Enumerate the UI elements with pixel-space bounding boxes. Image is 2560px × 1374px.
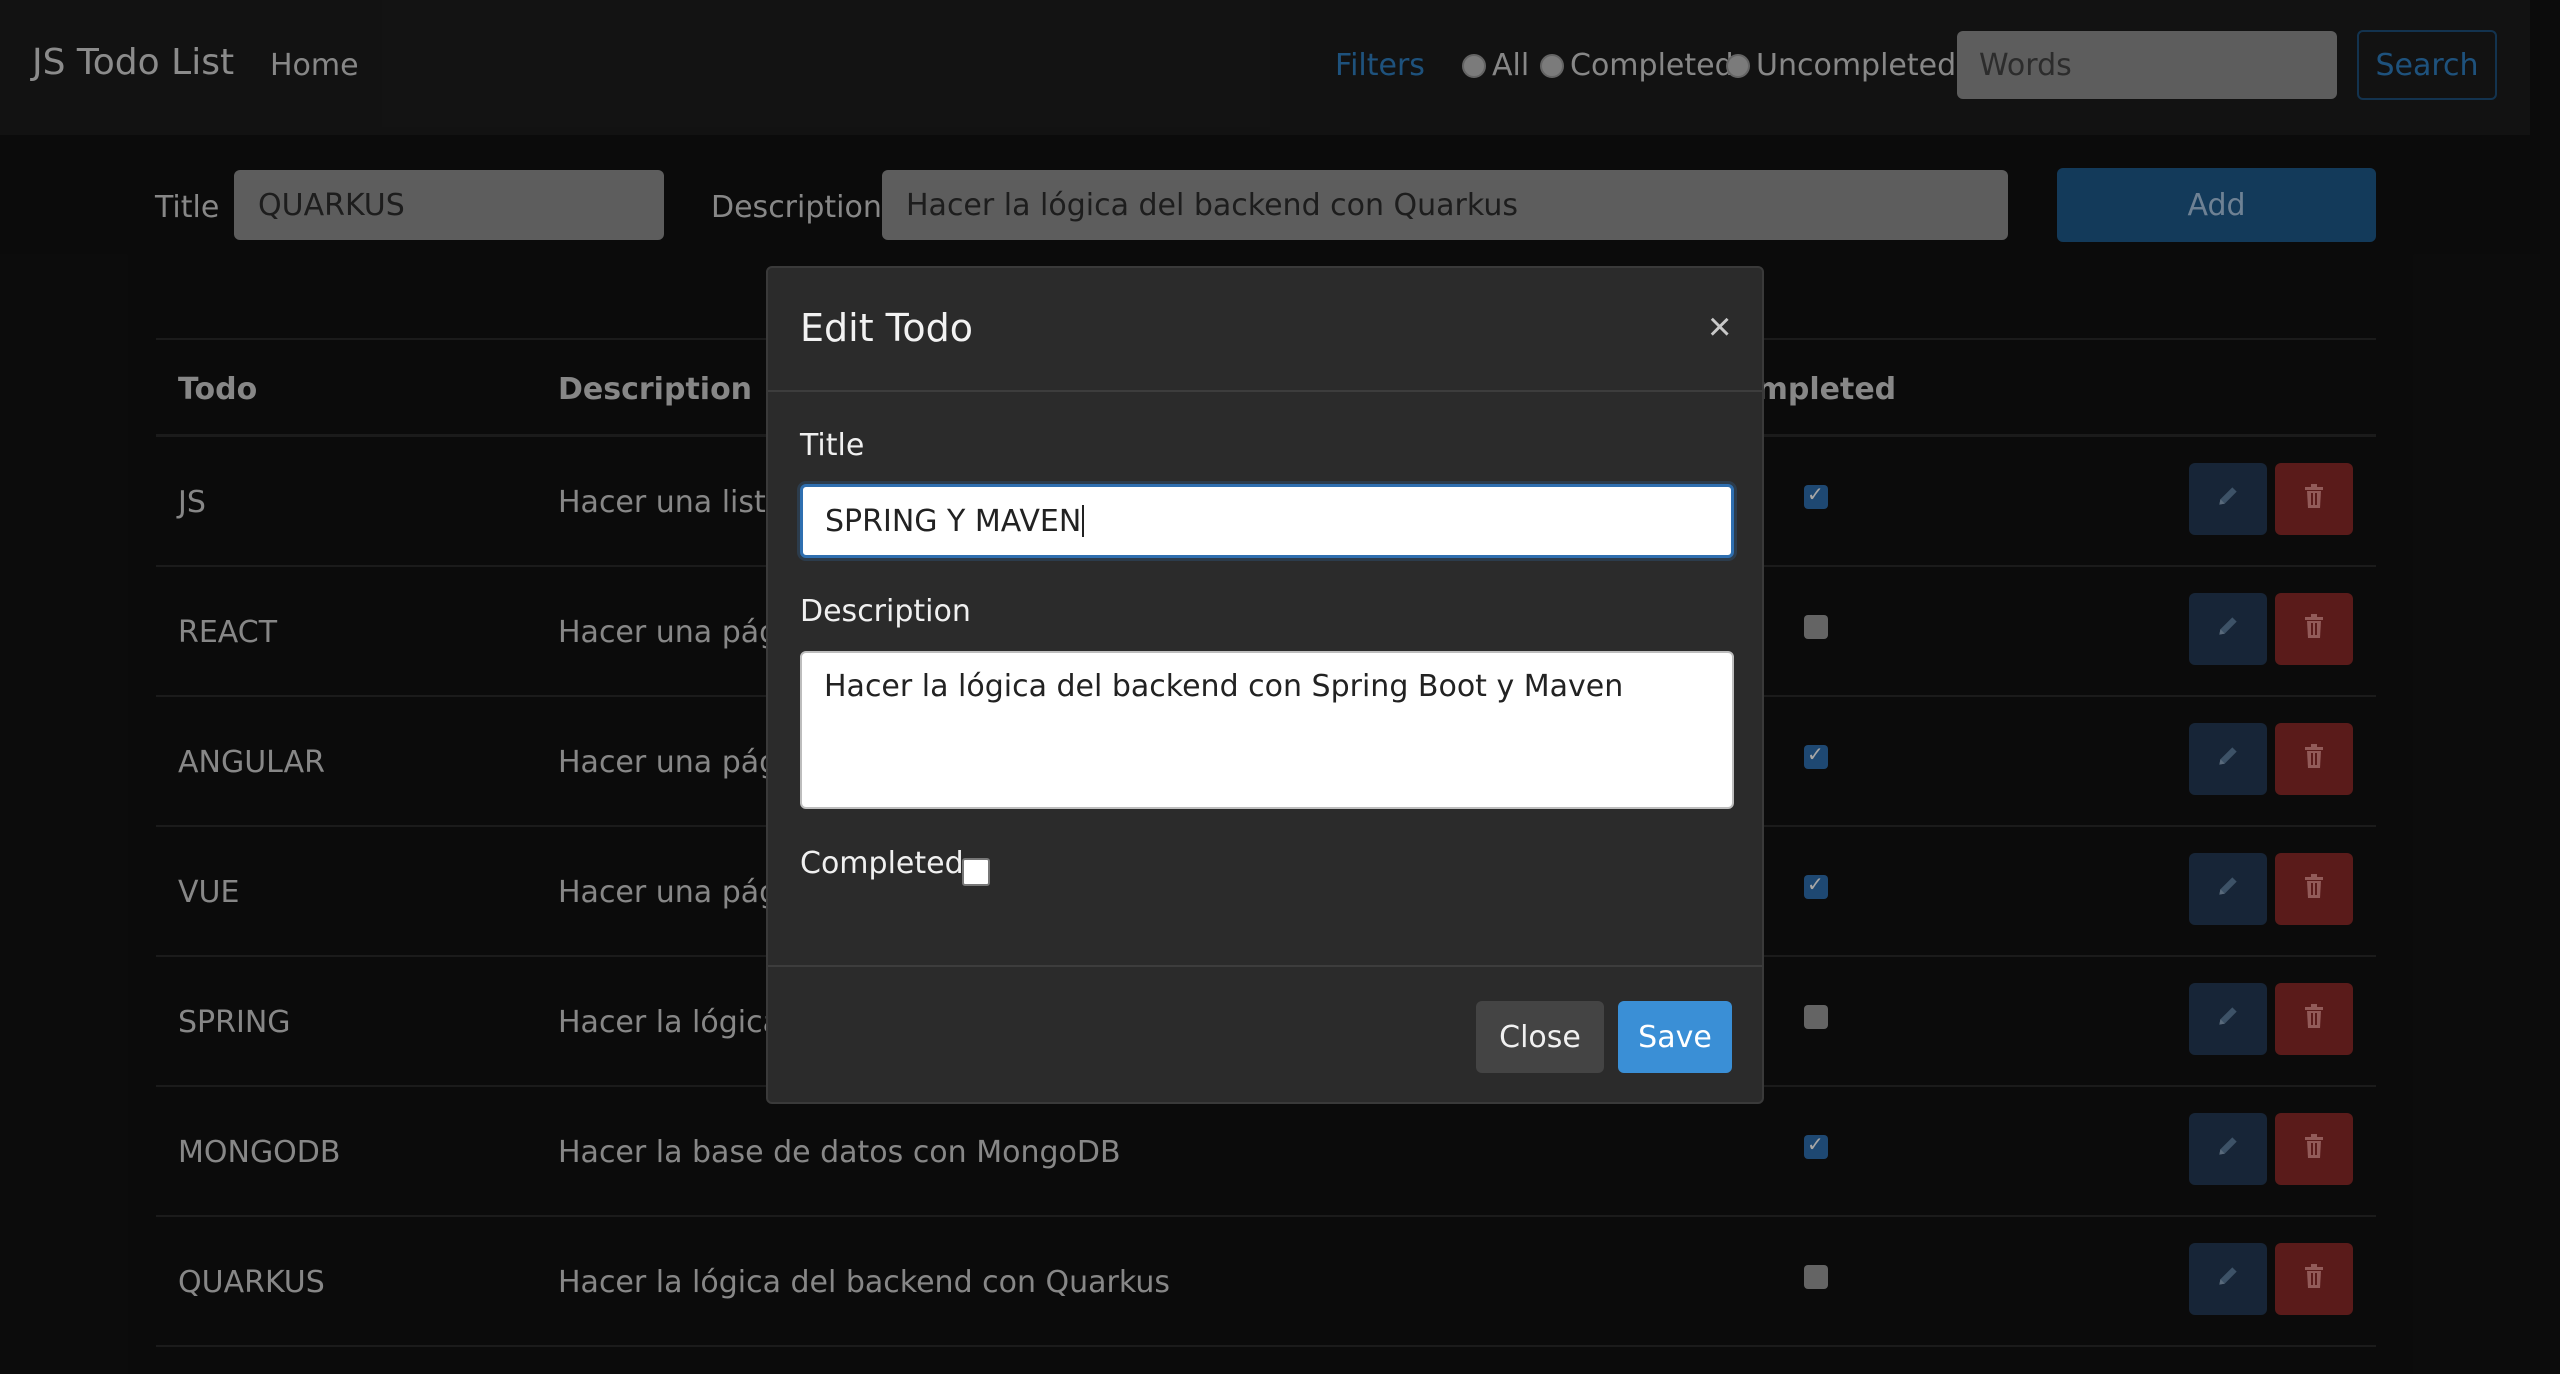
save-button[interactable]: Save (1618, 1001, 1732, 1073)
modal-header: Edit Todo × (768, 268, 1762, 392)
modal-title-label: Title (800, 428, 865, 463)
modal-title-value: SPRING Y MAVEN (825, 503, 1082, 539)
modal-description-textarea[interactable]: Hacer la lógica del backend con Spring B… (800, 651, 1734, 809)
modal-completed-label: Completed (800, 846, 964, 881)
modal-footer-divider (768, 965, 1762, 967)
edit-todo-modal: Edit Todo × Title SPRING Y MAVEN Descrip… (766, 266, 1764, 1104)
close-icon[interactable]: × (1702, 304, 1737, 351)
modal-title: Edit Todo (800, 306, 974, 350)
modal-title-input[interactable]: SPRING Y MAVEN (800, 484, 1734, 558)
modal-description-label: Description (800, 594, 971, 629)
close-button[interactable]: Close (1476, 1001, 1604, 1073)
modal-completed-checkbox[interactable] (962, 858, 990, 886)
